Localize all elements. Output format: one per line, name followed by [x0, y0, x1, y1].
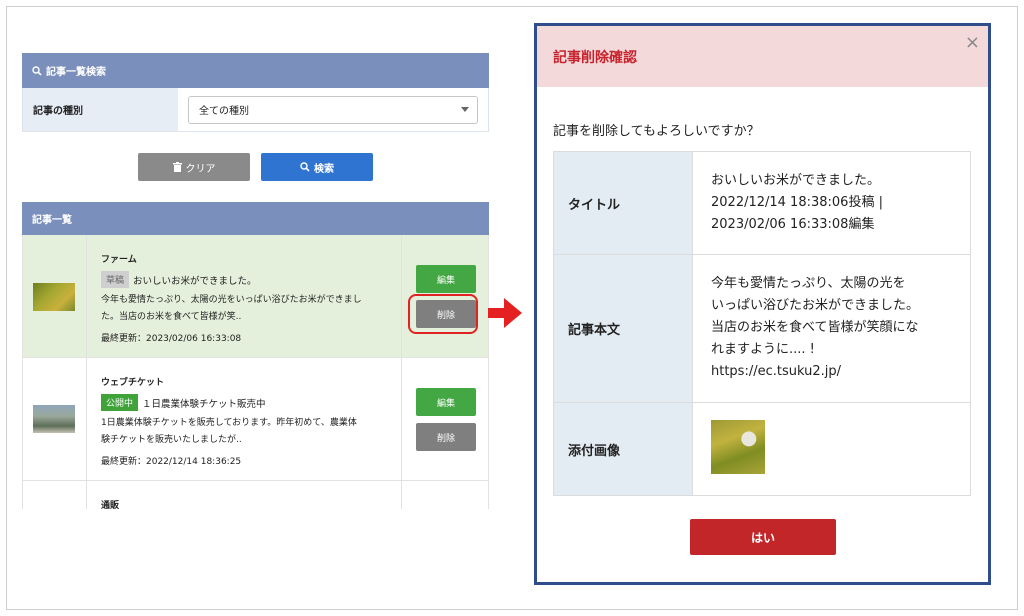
- article-row: 通販: [23, 481, 488, 509]
- detail-row-image: 添付画像: [554, 403, 970, 495]
- detail-value: おいしいお米ができました。 2022/12/14 18:38:06投稿 | 20…: [711, 173, 883, 232]
- modal-title: 記事削除確認: [553, 49, 637, 66]
- confirm-question: 記事を削除してもよろしいですか？: [553, 124, 760, 139]
- delete-button[interactable]: 削除: [416, 423, 476, 451]
- detail-value: 今年も愛情たっぷり、太陽の光を いっぱい浴びたお米ができました。 当店のお米を食…: [711, 276, 920, 379]
- article-type-value: 全ての種別: [199, 106, 249, 117]
- search-type-row: 記事の種別 全ての種別: [22, 88, 489, 132]
- clear-button-label: クリア: [185, 163, 216, 175]
- search-panel-title: 記事一覧検索: [46, 67, 106, 78]
- status-badge: 公開中: [101, 394, 139, 411]
- detail-row-body: 記事本文 今年も愛情たっぷり、太陽の光を いっぱい浴びたお米ができました。 当店…: [554, 255, 970, 403]
- attached-image: [711, 420, 765, 474]
- article-detail-table: タイトル おいしいお米ができました。 2022/12/14 18:38:06投稿…: [553, 151, 971, 496]
- dropdown-caret-icon: [461, 106, 469, 112]
- article-title: １日農業体験チケット販売中: [142, 398, 266, 410]
- highlight-ring: [408, 294, 478, 334]
- article-thumbnail: [33, 283, 75, 311]
- clear-button[interactable]: クリア: [138, 153, 250, 181]
- edit-button[interactable]: 編集: [416, 388, 476, 416]
- search-button[interactable]: 検索: [261, 153, 373, 181]
- article-thumbnail: [33, 405, 75, 433]
- detail-label: タイトル: [554, 152, 693, 254]
- search-panel-header: 記事一覧検索: [22, 53, 489, 88]
- delete-confirm-modal: 記事削除確認 × 記事を削除してもよろしいですか？ タイトル おいしいお米ができ…: [534, 23, 991, 585]
- confirm-yes-button[interactable]: はい: [690, 519, 836, 555]
- article-title: おいしいお米ができました。: [133, 275, 257, 287]
- article-updated: 最終更新：2022/12/14 18:36:25: [101, 457, 242, 467]
- search-icon: [32, 65, 42, 76]
- detail-label: 添付画像: [554, 403, 693, 495]
- edit-button[interactable]: 編集: [416, 265, 476, 293]
- arrow-right-icon: [488, 298, 522, 328]
- article-category: ファーム: [101, 255, 137, 265]
- close-icon[interactable]: ×: [965, 34, 980, 52]
- search-button-label: 検索: [314, 163, 334, 175]
- article-row: ウェブチケット 公開中 １日農業体験チケット販売中 1日農業体験チケットを販売し…: [23, 358, 488, 481]
- article-type-select[interactable]: 全ての種別: [188, 95, 478, 124]
- status-badge: 草稿: [101, 271, 130, 288]
- article-list: ファーム 草稿 おいしいお米ができました。 今年も愛情たっぷり、太陽の光をいっぱ…: [22, 235, 489, 509]
- article-excerpt: 1日農業体験チケットを販売しております。昨年初めて、農業体 験チケットを販売いた…: [101, 418, 357, 445]
- detail-row-title: タイトル おいしいお米ができました。 2022/12/14 18:38:06投稿…: [554, 152, 970, 255]
- article-updated: 最終更新：2023/02/06 16:33:08: [101, 334, 242, 344]
- trash-icon: [172, 162, 182, 172]
- article-category: 通販: [101, 501, 120, 509]
- article-list-header: 記事一覧: [22, 202, 489, 235]
- article-excerpt: 今年も愛情たっぷり、太陽の光をいっぱい浴びたお米ができまし た。当店のお米を食べ…: [101, 295, 362, 322]
- article-category: ウェブチケット: [101, 378, 165, 388]
- detail-label: 記事本文: [554, 255, 693, 402]
- search-icon: [300, 162, 310, 172]
- modal-header: 記事削除確認 ×: [537, 26, 988, 87]
- article-type-label: 記事の種別: [23, 88, 178, 131]
